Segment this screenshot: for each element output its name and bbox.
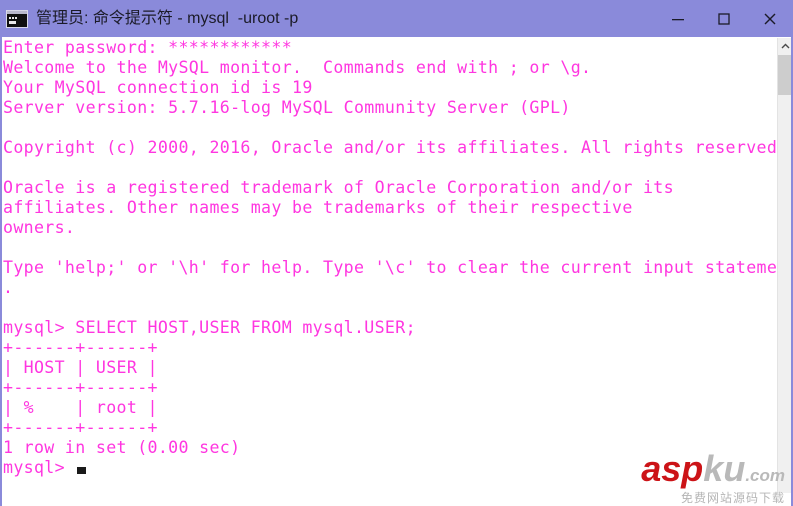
text-cursor [77, 467, 87, 474]
maximize-button[interactable] [701, 0, 747, 37]
minimize-button[interactable] [655, 0, 701, 37]
site-watermark: aspku.com 免费网站源码下载 [605, 451, 785, 506]
prompt-line: mysql> [3, 458, 76, 477]
command-prompt-window: 管理员: 命令提示符 - mysql -uroot -p Enter passw… [0, 0, 793, 506]
close-icon [764, 13, 776, 24]
window-title: 管理员: 命令提示符 - mysql -uroot -p [36, 10, 299, 27]
watermark-brand-ku: ku [703, 448, 746, 489]
title-bar[interactable]: 管理员: 命令提示符 - mysql -uroot -p [0, 0, 793, 37]
watermark-brand-asp: asp [641, 448, 704, 489]
console-output-area[interactable]: Enter password: ************ Welcome to … [0, 37, 776, 506]
chevron-up-icon [781, 43, 790, 49]
console-window-icon [6, 9, 28, 28]
watermark-subtitle: 免费网站源码下载 [680, 491, 785, 505]
console-text: Enter password: ************ Welcome to … [3, 38, 776, 478]
watermark-brand-tld: .com [745, 466, 785, 485]
maximize-icon [718, 12, 730, 25]
vertical-scrollbar[interactable] [777, 38, 793, 493]
console-lines: Enter password: ************ Welcome to … [3, 38, 776, 457]
window-controls [655, 0, 793, 37]
close-button[interactable] [747, 0, 793, 37]
watermark-brand: aspku.com [605, 451, 785, 493]
minimize-icon [672, 18, 684, 20]
